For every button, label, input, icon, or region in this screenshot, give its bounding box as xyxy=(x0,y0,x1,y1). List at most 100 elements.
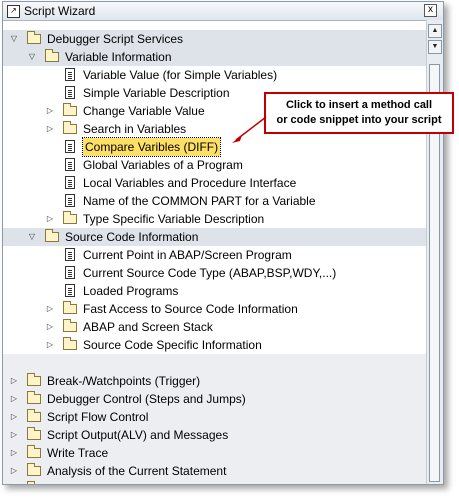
tree-item-label: ABAP and Screen Stack xyxy=(83,320,213,334)
tree-item-label: Type Specific Variable Description xyxy=(83,212,265,226)
collapsed-twisty-icon[interactable]: ▷ xyxy=(45,318,55,336)
expanded-twisty-icon[interactable]: ▽ xyxy=(9,30,19,48)
tree-row[interactable]: ▷ Debugger Control (Steps and Jumps) xyxy=(3,390,426,408)
folder-icon xyxy=(27,427,41,440)
tree-item-label: Script Flow Control xyxy=(47,410,149,424)
tree-item-label: Script Output(ALV) and Messages xyxy=(47,428,229,442)
tree-item-label: Current Source Code Type (ABAP,BSP,WDY,.… xyxy=(83,266,337,280)
tree-row[interactable]: ▷ Script Flow Control xyxy=(3,408,426,426)
tree-row[interactable]: ▽ Source Code Information xyxy=(3,228,426,246)
collapsed-twisty-icon[interactable]: ▷ xyxy=(9,372,19,390)
callout-arrow xyxy=(232,116,267,143)
folder-icon xyxy=(27,391,41,404)
folder-icon xyxy=(27,373,41,386)
collapsed-twisty-icon[interactable]: ▷ xyxy=(45,210,55,228)
folder-icon xyxy=(45,49,59,62)
tree-item-label: Current Point in ABAP/Screen Program xyxy=(83,248,292,262)
expanded-twisty-icon[interactable]: ▽ xyxy=(27,228,37,246)
tree-row[interactable]: Current Source Code Type (ABAP,BSP,WDY,.… xyxy=(3,264,426,282)
collapsed-twisty-icon[interactable]: ▷ xyxy=(45,120,55,138)
collapsed-twisty-icon[interactable]: ▷ xyxy=(9,426,19,444)
tree-item-label: Local Variables and Procedure Interface xyxy=(83,176,297,190)
tree-row[interactable]: Name of the COMMON PART for a Variable xyxy=(3,192,426,210)
tree-item-label: Source Code Information xyxy=(65,230,199,244)
tree-row[interactable]: ▷ Source Code Specific Information xyxy=(3,336,426,354)
folder-icon xyxy=(27,31,41,44)
tree-item-label: Analysis of the Current Statement xyxy=(47,464,227,478)
tree-item-label: Global Variables of a Program xyxy=(83,158,243,172)
folder-icon xyxy=(27,463,41,476)
collapsed-twisty-icon[interactable]: ▷ xyxy=(45,102,55,120)
window-title: Script Wizard xyxy=(24,4,96,18)
window-icon: ↗ xyxy=(7,5,20,18)
folder-icon xyxy=(27,409,41,422)
folder-icon xyxy=(27,481,35,484)
tree-row[interactable]: Loaded Programs xyxy=(3,282,426,300)
tooltip-callout: Click to insert a method call or code sn… xyxy=(264,92,454,134)
callout-line-2: or code snippet into your script xyxy=(276,114,442,126)
folder-icon xyxy=(27,445,41,458)
tree-row[interactable]: ▷ Analysis of the Current Statement xyxy=(3,462,426,480)
tree-item-label: Special Information xyxy=(47,480,150,484)
tree-row[interactable]: ▷ Script Output(ALV) and Messages xyxy=(3,426,426,444)
tree-item-label: Loaded Programs xyxy=(83,284,179,298)
document-icon xyxy=(65,194,75,207)
title-bar: ↗ Script Wizard x xyxy=(3,2,443,21)
collapsed-twisty-icon[interactable]: ▷ xyxy=(45,336,55,354)
tree-row[interactable] xyxy=(3,354,426,372)
tree-row[interactable]: ▷ ABAP and Screen Stack xyxy=(3,318,426,336)
tree-item-label: Name of the COMMON PART for a Variable xyxy=(83,194,316,208)
tree-item-label: Variable Value (for Simple Variables) xyxy=(83,68,278,82)
folder-icon xyxy=(63,337,77,350)
selected-tree-item-label: Compare Varibles (DIFF) xyxy=(81,137,222,157)
tree-row[interactable]: Variable Value (for Simple Variables) xyxy=(3,66,426,84)
scroll-up-button[interactable]: ▲ xyxy=(428,24,442,38)
folder-icon xyxy=(63,103,77,116)
tree-item-label: Variable Information xyxy=(65,50,172,64)
tree-row[interactable]: ▷ Fast Access to Source Code Information xyxy=(3,300,426,318)
folder-icon xyxy=(63,211,77,224)
tree-row[interactable]: ▷ Break-/Watchpoints (Trigger) xyxy=(3,372,426,390)
callout-line-1: Click to insert a method call xyxy=(285,99,433,111)
folder-icon xyxy=(63,301,77,314)
tree-row[interactable]: ▷ Write Trace xyxy=(3,444,426,462)
scroll-down-button[interactable]: ▼ xyxy=(428,40,442,54)
tree-item-label: Fast Access to Source Code Information xyxy=(83,302,298,316)
folder-icon xyxy=(45,229,59,242)
tree-item-label: Break-/Watchpoints (Trigger) xyxy=(47,374,201,388)
tree-item-label: Simple Variable Description xyxy=(83,86,230,100)
folder-icon xyxy=(63,319,77,332)
tree-item-label: Debugger Control (Steps and Jumps) xyxy=(47,392,246,406)
tree-row[interactable]: Local Variables and Procedure Interface xyxy=(3,174,426,192)
document-icon xyxy=(65,68,75,81)
collapsed-twisty-icon[interactable]: ▷ xyxy=(45,300,55,318)
tree-row[interactable]: Global Variables of a Program xyxy=(3,156,426,174)
tree-row[interactable]: Current Point in ABAP/Screen Program xyxy=(3,246,426,264)
tree-item-label: Debugger Script Services xyxy=(47,32,184,46)
tree-row[interactable]: ▽ Debugger Script Services xyxy=(3,30,426,48)
tree-row[interactable]: ▽ Variable Information xyxy=(3,48,426,66)
tree-row[interactable]: Compare Varibles (DIFF) xyxy=(3,137,426,157)
collapsed-twisty-icon[interactable]: ▷ xyxy=(9,480,19,484)
document-icon xyxy=(65,158,75,171)
tree-row[interactable]: ▷ Special Information xyxy=(3,480,426,484)
document-icon xyxy=(65,248,75,261)
document-icon xyxy=(65,176,75,189)
document-icon xyxy=(65,86,75,99)
tree-item-label: Search in Variables xyxy=(83,122,187,136)
tree-row[interactable]: ▷ Type Specific Variable Description xyxy=(3,210,426,228)
vertical-scrollbar[interactable]: ▲ ▼ xyxy=(426,20,443,484)
collapsed-twisty-icon[interactable]: ▷ xyxy=(9,462,19,480)
expanded-twisty-icon[interactable]: ▽ xyxy=(27,48,37,66)
tree-item-label: Source Code Specific Information xyxy=(83,338,262,352)
collapsed-twisty-icon[interactable]: ▷ xyxy=(9,408,19,426)
document-icon xyxy=(65,140,75,153)
close-button[interactable]: x xyxy=(424,4,437,17)
collapsed-twisty-icon[interactable]: ▷ xyxy=(9,390,19,408)
collapsed-twisty-icon[interactable]: ▷ xyxy=(9,444,19,462)
document-icon xyxy=(65,284,75,297)
folder-icon xyxy=(63,121,77,134)
document-icon xyxy=(65,266,75,279)
tree-item-label: Write Trace xyxy=(47,446,109,460)
script-wizard-window: ↗ Script Wizard x ▽ Debugger Script Servi… xyxy=(2,1,444,485)
